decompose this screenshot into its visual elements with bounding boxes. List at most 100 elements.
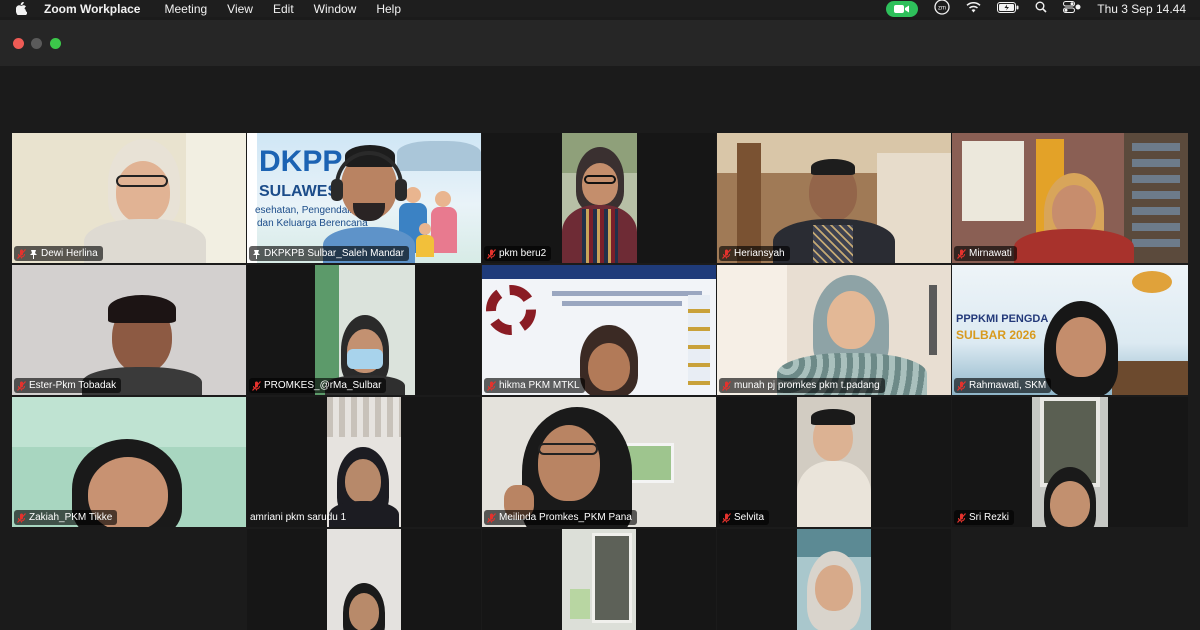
participant-video bbox=[717, 265, 951, 395]
participant-tile[interactable]: Sri Rezki bbox=[952, 397, 1188, 527]
participant-nameplate: Zakiah_PKM Tikke bbox=[14, 510, 118, 525]
mic-muted-icon bbox=[957, 380, 966, 391]
participant-video bbox=[315, 265, 415, 395]
participant-name: PROMKES_@rMa_Sulbar bbox=[264, 380, 382, 391]
spotlight-search-icon[interactable] bbox=[1035, 1, 1047, 16]
banner-title: DKPP bbox=[259, 145, 343, 178]
participant-tile[interactable]: DKPP SULAWESI esehatan, Pengendalian dan… bbox=[247, 133, 481, 263]
participant-nameplate: Selvita bbox=[719, 510, 770, 525]
participant-nameplate: munah pj promkes pkm t.padang bbox=[719, 378, 885, 393]
participant-name: Mirnawati bbox=[969, 248, 1012, 259]
participant-video bbox=[327, 397, 401, 527]
participant-name: Meilinda Promkes_PKM Pana bbox=[499, 512, 632, 523]
participant-tile[interactable] bbox=[717, 529, 951, 630]
participant-nameplate: Heriansyah bbox=[719, 246, 790, 261]
participant-tile[interactable] bbox=[482, 529, 716, 630]
mic-muted-icon bbox=[722, 512, 731, 523]
participant-name: Rahmawati, SKM bbox=[969, 380, 1047, 391]
participant-video bbox=[562, 133, 637, 263]
mic-muted-icon bbox=[17, 380, 26, 391]
participant-name: Zakiah_PKM Tikke bbox=[29, 512, 113, 523]
control-center-icon[interactable] bbox=[1063, 1, 1081, 16]
banner-title: PPPKMI PENGDA bbox=[956, 313, 1049, 325]
menu-view[interactable]: View bbox=[227, 2, 253, 16]
participant-video bbox=[12, 397, 246, 527]
participant-name: DKPKPB Sulbar_Saleh Mandar bbox=[264, 248, 405, 259]
participant-video bbox=[717, 133, 951, 263]
zoom-video-status-icon[interactable] bbox=[886, 0, 919, 17]
participant-video: DKPP SULAWESI esehatan, Pengendalian dan… bbox=[247, 133, 481, 263]
battery-icon[interactable] bbox=[997, 1, 1019, 16]
participant-tile[interactable]: Zakiah_PKM Tikke bbox=[12, 397, 246, 527]
zoom-window-titlebar bbox=[0, 20, 1200, 66]
participant-tile[interactable]: PPPKMI PENGDA SULBAR 2026 Rahmawati, SKM bbox=[952, 265, 1188, 395]
apple-logo-icon[interactable] bbox=[16, 2, 30, 15]
mic-muted-icon bbox=[17, 512, 26, 523]
menu-help[interactable]: Help bbox=[376, 2, 401, 16]
menubar-clock[interactable]: Thu 3 Sep 14.44 bbox=[1097, 2, 1186, 16]
participant-name: munah pj promkes pkm t.padang bbox=[734, 380, 880, 391]
menu-window[interactable]: Window bbox=[314, 2, 357, 16]
participant-video bbox=[797, 397, 871, 527]
banner-subtitle: SULBAR 2026 bbox=[956, 328, 1037, 342]
participant-name: Sri Rezki bbox=[969, 512, 1010, 523]
menu-meeting[interactable]: Meeting bbox=[164, 2, 207, 16]
mic-muted-icon bbox=[957, 512, 966, 523]
participant-video bbox=[952, 133, 1188, 263]
participant-video bbox=[562, 529, 636, 630]
mic-muted-icon bbox=[487, 248, 496, 259]
participant-name: Heriansyah bbox=[734, 248, 785, 259]
participant-nameplate: Meilinda Promkes_PKM Pana bbox=[484, 510, 637, 525]
participant-nameplate: Mirnawati bbox=[954, 246, 1017, 261]
window-minimize-button[interactable] bbox=[31, 38, 42, 49]
participant-name: Ester-Pkm Tobadak bbox=[29, 380, 117, 391]
participant-tile[interactable]: pkm beru2 bbox=[482, 133, 716, 263]
participant-tile[interactable]: Ester-Pkm Tobadak bbox=[12, 265, 246, 395]
participant-nameplate: hikma PKM MTKL bbox=[484, 378, 585, 393]
mic-muted-icon bbox=[17, 248, 26, 259]
participant-video bbox=[482, 265, 716, 395]
participant-nameplate: PROMKES_@rMa_Sulbar bbox=[249, 378, 387, 393]
participant-nameplate: amriani pkm sarudu 1 bbox=[249, 510, 351, 525]
participant-nameplate: Dewi Herlina bbox=[14, 246, 103, 261]
participant-video bbox=[12, 265, 246, 395]
participant-tile[interactable]: munah pj promkes pkm t.padang bbox=[717, 265, 951, 395]
mic-muted-icon bbox=[487, 512, 496, 523]
participant-nameplate: pkm beru2 bbox=[484, 246, 552, 261]
participant-tile[interactable]: Dewi Herlina bbox=[12, 133, 246, 263]
wifi-icon[interactable] bbox=[966, 1, 981, 16]
pin-icon bbox=[30, 249, 37, 259]
participant-nameplate: DKPKPB Sulbar_Saleh Mandar bbox=[249, 246, 410, 261]
participant-name: pkm beru2 bbox=[499, 248, 547, 259]
participant-tile[interactable]: Meilinda Promkes_PKM Pana bbox=[482, 397, 716, 527]
participant-tile[interactable]: amriani pkm sarudu 1 bbox=[247, 397, 481, 527]
participant-tile[interactable]: Heriansyah bbox=[717, 133, 951, 263]
participant-video bbox=[327, 529, 401, 630]
participant-nameplate: Sri Rezki bbox=[954, 510, 1015, 525]
participant-video: PPPKMI PENGDA SULBAR 2026 bbox=[952, 265, 1188, 395]
participant-tile[interactable] bbox=[247, 529, 481, 630]
svg-text:zm: zm bbox=[938, 6, 946, 12]
menu-app-name[interactable]: Zoom Workplace bbox=[44, 2, 140, 16]
participant-video bbox=[797, 529, 871, 630]
participant-video bbox=[12, 133, 246, 263]
participant-tile[interactable]: PROMKES_@rMa_Sulbar bbox=[247, 265, 481, 395]
menu-edit[interactable]: Edit bbox=[273, 2, 294, 16]
mic-muted-icon bbox=[487, 380, 496, 391]
participant-nameplate: Ester-Pkm Tobadak bbox=[14, 378, 122, 393]
mic-muted-icon bbox=[957, 248, 966, 259]
participant-tile[interactable]: hikma PKM MTKL bbox=[482, 265, 716, 395]
participant-name: hikma PKM MTKL bbox=[499, 380, 580, 391]
window-zoom-button[interactable] bbox=[50, 38, 61, 49]
participant-tile[interactable]: Mirnawati bbox=[952, 133, 1188, 263]
mac-menubar: Zoom Workplace Meeting View Edit Window … bbox=[0, 0, 1200, 17]
pin-icon bbox=[253, 249, 260, 259]
mic-muted-icon bbox=[252, 380, 261, 391]
participant-video bbox=[1032, 397, 1108, 527]
participant-tile[interactable]: Selvita bbox=[717, 397, 951, 527]
participant-video bbox=[482, 397, 716, 527]
window-close-button[interactable] bbox=[13, 38, 24, 49]
zm-status-icon[interactable]: zm bbox=[934, 0, 950, 18]
participant-nameplate: Rahmawati, SKM bbox=[954, 378, 1052, 393]
mic-muted-icon bbox=[722, 380, 731, 391]
